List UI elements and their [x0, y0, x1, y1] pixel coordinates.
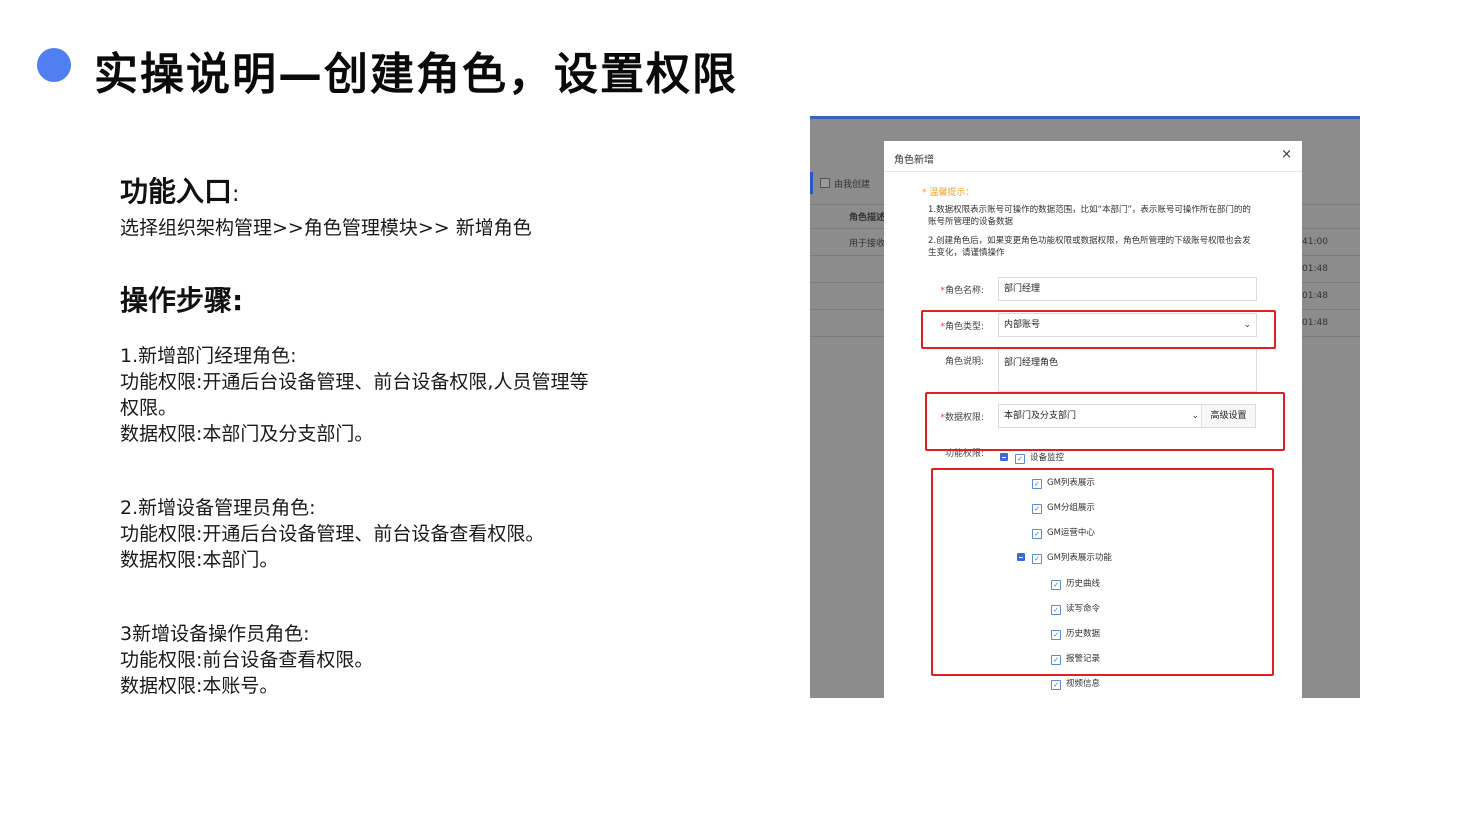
bg-row-text: 用于接收 [849, 239, 886, 249]
checkbox-icon[interactable]: ✓ [1015, 454, 1025, 464]
step-2-func: 功能权限:开通后台设备管理、前台设备查看权限。 [120, 523, 545, 545]
bg-filter-checkbox [820, 178, 830, 188]
app-topbar [810, 116, 1360, 119]
bg-time: 41:00 [1302, 237, 1328, 247]
role-name-input[interactable]: 部门经理 [998, 277, 1257, 301]
highlight-func-perm [931, 468, 1274, 676]
close-icon[interactable]: × [1281, 147, 1292, 162]
bg-col-header: 角色描述 [849, 213, 886, 223]
title-bullet [37, 48, 71, 82]
step-2-data: 数据权限:本部门。 [120, 549, 279, 571]
step-1-title: 1.新增部门经理角色: [120, 345, 297, 367]
instructions-panel: 功能入口: 选择组织架构管理>>角色管理模块>> 新增角色 操作步骤: 1.新增… [120, 172, 680, 699]
checkbox-icon[interactable]: ✓ [1051, 680, 1061, 690]
role-desc-textarea[interactable]: 部门经理角色 [998, 348, 1257, 392]
bg-time: 01:48 [1302, 264, 1328, 274]
entry-path: 选择组织架构管理>>角色管理模块>> 新增角色 [120, 217, 532, 239]
collapse-icon[interactable] [1000, 453, 1008, 461]
step-1-data: 数据权限:本部门及分支部门。 [120, 423, 374, 445]
tip-2: 2.创建角色后，如果变更角色功能权限或数据权限，角色所管理的下级账号权限也会发生… [928, 236, 1251, 258]
dialog-title: 角色新增 [894, 155, 934, 166]
tree-root[interactable]: ✓ 设备监控 [1000, 453, 1064, 465]
step-3-func: 功能权限:前台设备查看权限。 [120, 649, 374, 671]
desc-label: 角色说明: [944, 357, 984, 367]
role-add-screenshot: 由我创建 角色描述 用于接收 41:00 01:48 01:48 01:48 角… [810, 116, 1360, 698]
step-1-func-cont: 权限。 [120, 397, 178, 419]
tip-heading: * 温馨提示： [922, 188, 975, 198]
step-2: 2.新增设备管理员角色: 功能权限:开通后台设备管理、前台设备查看权限。 数据权… [120, 495, 680, 573]
slide-title: 实操说明—创建角色，设置权限 [94, 49, 738, 100]
step-1: 1.新增部门经理角色: 功能权限:开通后台设备管理、前台设备权限,人员管理等 权… [120, 343, 680, 447]
tip-1: 1.数据权限表示账号可操作的数据范围，比如“本部门”，表示账号可操作所在部门的的… [928, 205, 1251, 227]
highlight-data-perm [925, 392, 1285, 451]
bg-filter-label: 由我创建 [834, 180, 871, 190]
entry-heading: 功能入口: [120, 175, 240, 208]
step-3-title: 3新增设备操作员角色: [120, 623, 310, 645]
highlight-role-type [921, 310, 1276, 349]
bg-time: 01:48 [1302, 318, 1328, 328]
steps-heading: 操作步骤: [120, 284, 244, 317]
bg-tab-indicator [810, 172, 813, 194]
dialog-header: 角色新增 × [884, 141, 1302, 172]
step-1-func: 功能权限:开通后台设备管理、前台设备权限,人员管理等 [120, 371, 589, 393]
tree-sub-item[interactable]: ✓ 视频信息 [1051, 679, 1100, 691]
name-label: *角色名称: [940, 286, 984, 296]
bg-time: 01:48 [1302, 291, 1328, 301]
step-3-data: 数据权限:本账号。 [120, 675, 279, 697]
step-2-title: 2.新增设备管理员角色: [120, 497, 316, 519]
step-3: 3新增设备操作员角色: 功能权限:前台设备查看权限。 数据权限:本账号。 [120, 621, 680, 699]
